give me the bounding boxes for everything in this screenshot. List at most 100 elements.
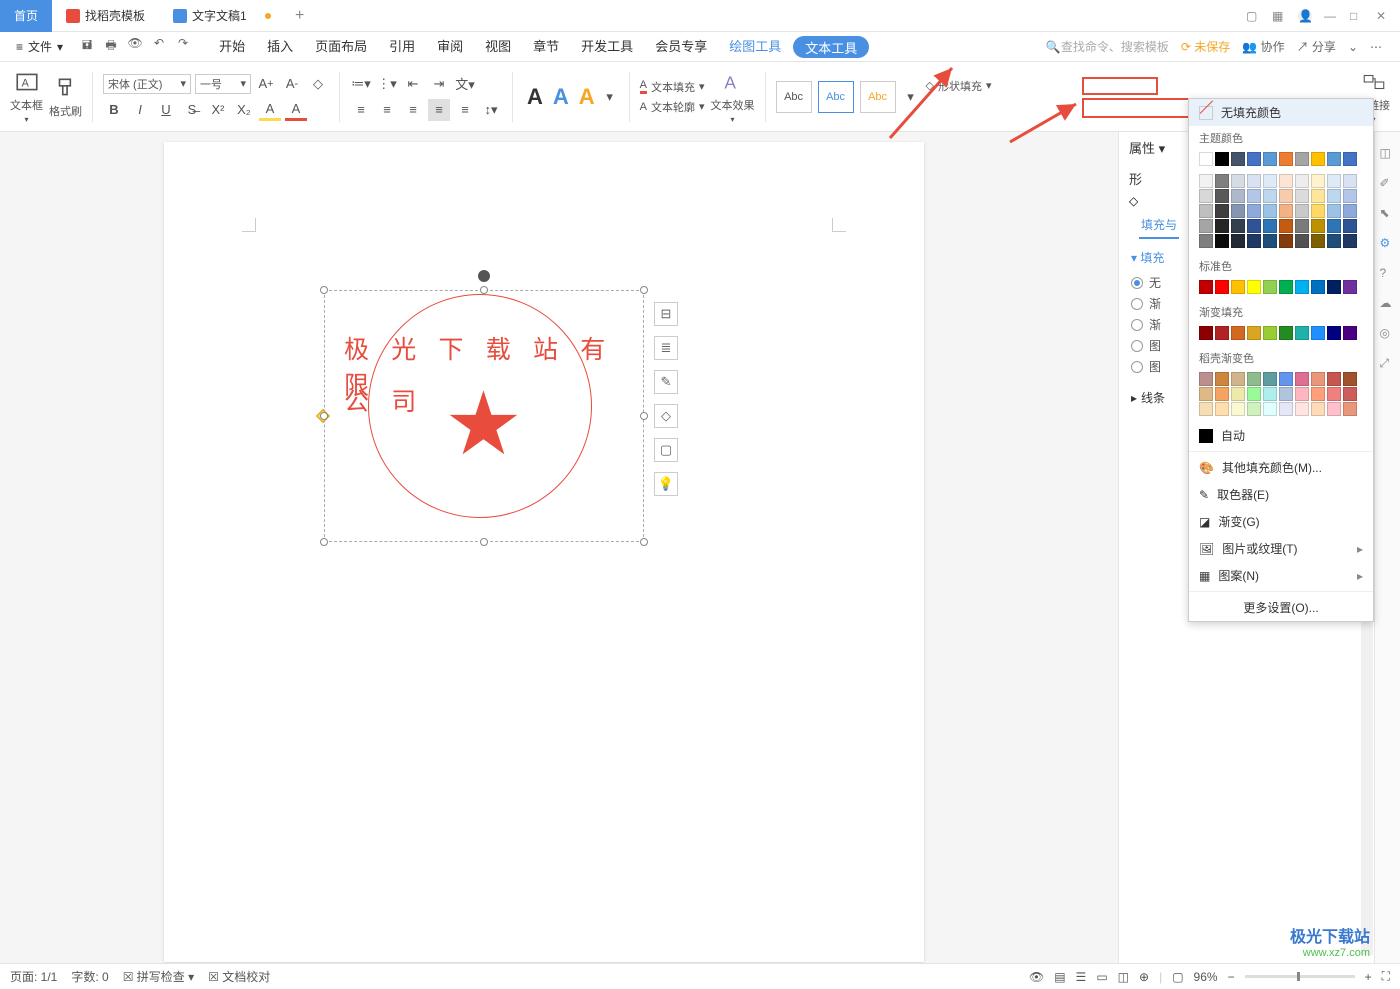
color-swatch[interactable] bbox=[1295, 372, 1309, 386]
color-swatch[interactable] bbox=[1327, 387, 1341, 401]
color-swatch[interactable] bbox=[1343, 280, 1357, 294]
color-swatch[interactable] bbox=[1343, 234, 1357, 248]
color-swatch[interactable] bbox=[1231, 372, 1245, 386]
color-swatch[interactable] bbox=[1231, 387, 1245, 401]
color-swatch[interactable] bbox=[1215, 152, 1229, 166]
collab-button[interactable]: 👥 协作 bbox=[1242, 38, 1284, 55]
color-swatch[interactable] bbox=[1295, 189, 1309, 203]
menu-tab-drawing-tool[interactable]: 绘图工具 bbox=[719, 32, 791, 62]
pattern-item[interactable]: ▦图案(N)▸ bbox=[1189, 562, 1373, 589]
color-swatch[interactable] bbox=[1327, 402, 1341, 416]
more-icon[interactable]: ⋯ bbox=[1370, 40, 1382, 54]
superscript-icon[interactable]: X² bbox=[207, 99, 229, 121]
rail-help-icon[interactable]: ? bbox=[1380, 266, 1396, 282]
color-swatch[interactable] bbox=[1343, 152, 1357, 166]
color-swatch[interactable] bbox=[1295, 387, 1309, 401]
menu-tab-member[interactable]: 会员专享 bbox=[645, 32, 717, 62]
command-search[interactable]: 🔍 查找命令、搜索模板 bbox=[1046, 38, 1169, 55]
eyedropper-item[interactable]: ✎取色器(E) bbox=[1189, 481, 1373, 508]
color-swatch[interactable] bbox=[1231, 280, 1245, 294]
increase-font-icon[interactable]: A+ bbox=[255, 73, 277, 95]
align-center-icon[interactable]: ≡ bbox=[376, 99, 398, 121]
color-swatch[interactable] bbox=[1295, 234, 1309, 248]
color-swatch[interactable] bbox=[1295, 152, 1309, 166]
ribbon-collapse-icon[interactable]: ⌄ bbox=[1348, 40, 1358, 54]
align-left-icon[interactable]: ≡ bbox=[350, 99, 372, 121]
color-swatch[interactable] bbox=[1215, 204, 1229, 218]
color-swatch[interactable] bbox=[1295, 402, 1309, 416]
text-fill-dropdown[interactable]: A 文本填充 ▾ bbox=[640, 79, 705, 95]
color-swatch[interactable] bbox=[1311, 387, 1325, 401]
minimize-button[interactable]: — bbox=[1324, 9, 1338, 23]
highlight-color-icon[interactable]: A bbox=[259, 99, 281, 121]
color-swatch[interactable] bbox=[1199, 280, 1213, 294]
resize-handle-e[interactable] bbox=[640, 412, 648, 420]
color-swatch[interactable] bbox=[1311, 280, 1325, 294]
decrease-indent-icon[interactable]: ⇤ bbox=[402, 73, 424, 95]
color-swatch[interactable] bbox=[1327, 152, 1341, 166]
wordart-style-2[interactable]: A bbox=[549, 84, 573, 110]
color-swatch[interactable] bbox=[1343, 189, 1357, 203]
zoom-slider[interactable] bbox=[1245, 975, 1355, 978]
color-swatch[interactable] bbox=[1263, 326, 1277, 340]
text-outline-dropdown[interactable]: A 文本轮廓 ▾ bbox=[640, 99, 705, 115]
spellcheck-toggle[interactable]: ☒ 拼写检查 ▾ bbox=[123, 968, 194, 985]
print-icon[interactable]: 🖶 bbox=[103, 36, 119, 57]
textbox-button[interactable]: A 文本框▾ bbox=[10, 69, 43, 124]
color-swatch[interactable] bbox=[1247, 152, 1261, 166]
tab-add-button[interactable]: + bbox=[285, 7, 315, 25]
resize-handle-w[interactable] bbox=[320, 412, 328, 420]
proofread-toggle[interactable]: ☒ 文档校对 bbox=[208, 968, 270, 985]
color-swatch[interactable] bbox=[1231, 174, 1245, 188]
increase-indent-icon[interactable]: ⇥ bbox=[428, 73, 450, 95]
color-swatch[interactable] bbox=[1231, 189, 1245, 203]
color-swatch[interactable] bbox=[1343, 219, 1357, 233]
color-swatch[interactable] bbox=[1263, 174, 1277, 188]
unsaved-status[interactable]: ⟳ 未保存 bbox=[1181, 38, 1230, 55]
color-swatch[interactable] bbox=[1327, 280, 1341, 294]
window-layout-icon[interactable]: ▢ bbox=[1246, 9, 1260, 23]
zoom-level[interactable]: 96% bbox=[1194, 970, 1218, 984]
fullscreen-icon[interactable]: ⛶ bbox=[1382, 969, 1390, 984]
maximize-button[interactable]: □ bbox=[1350, 9, 1364, 23]
shape-style-more-icon[interactable]: ▾ bbox=[902, 86, 920, 108]
zoom-in-button[interactable]: + bbox=[1365, 970, 1372, 984]
color-swatch[interactable] bbox=[1343, 372, 1357, 386]
menu-tab-devtools[interactable]: 开发工具 bbox=[571, 32, 643, 62]
more-settings-item[interactable]: 更多设置(O)... bbox=[1189, 594, 1373, 621]
align-justify-icon[interactable]: ≡ bbox=[428, 99, 450, 121]
color-swatch[interactable] bbox=[1295, 219, 1309, 233]
numbering-icon[interactable]: ⋮▾ bbox=[376, 73, 398, 95]
shape-style-3[interactable]: Abc bbox=[860, 81, 896, 113]
wordart-style-1[interactable]: A bbox=[523, 84, 547, 110]
resize-handle-se[interactable] bbox=[640, 538, 648, 546]
color-swatch[interactable] bbox=[1311, 372, 1325, 386]
rail-settings-icon[interactable]: ⚙ bbox=[1380, 236, 1396, 252]
resize-handle-s[interactable] bbox=[480, 538, 488, 546]
color-swatch[interactable] bbox=[1215, 387, 1229, 401]
float-wrap-icon[interactable]: ≣ bbox=[654, 336, 678, 360]
color-swatch[interactable] bbox=[1279, 174, 1293, 188]
color-swatch[interactable] bbox=[1247, 326, 1261, 340]
color-swatch[interactable] bbox=[1279, 219, 1293, 233]
undo-icon[interactable]: ↶ bbox=[151, 36, 167, 57]
color-swatch[interactable] bbox=[1343, 402, 1357, 416]
line-spacing-icon[interactable]: ↕▾ bbox=[480, 99, 502, 121]
wordart-style-3[interactable]: A bbox=[575, 84, 599, 110]
share-button[interactable]: ↗ 分享 bbox=[1297, 38, 1336, 55]
word-count[interactable]: 字数: 0 bbox=[71, 968, 108, 985]
view-outline-icon[interactable]: ☰ bbox=[1076, 970, 1087, 984]
color-swatch[interactable] bbox=[1311, 402, 1325, 416]
color-swatch[interactable] bbox=[1279, 280, 1293, 294]
color-swatch[interactable] bbox=[1311, 326, 1325, 340]
rotate-handle[interactable] bbox=[478, 270, 490, 282]
document-page[interactable] bbox=[164, 142, 924, 962]
rail-cloud-icon[interactable]: ☁ bbox=[1380, 296, 1396, 312]
color-swatch[interactable] bbox=[1295, 280, 1309, 294]
rail-toolbox-icon[interactable]: ◫ bbox=[1380, 146, 1396, 162]
color-swatch[interactable] bbox=[1263, 234, 1277, 248]
menu-tab-view[interactable]: 视图 bbox=[475, 32, 521, 62]
color-swatch[interactable] bbox=[1327, 204, 1341, 218]
text-effect-button[interactable]: A 文本效果▾ bbox=[711, 69, 755, 124]
side-tab-fill[interactable]: 填充与 bbox=[1139, 212, 1179, 239]
